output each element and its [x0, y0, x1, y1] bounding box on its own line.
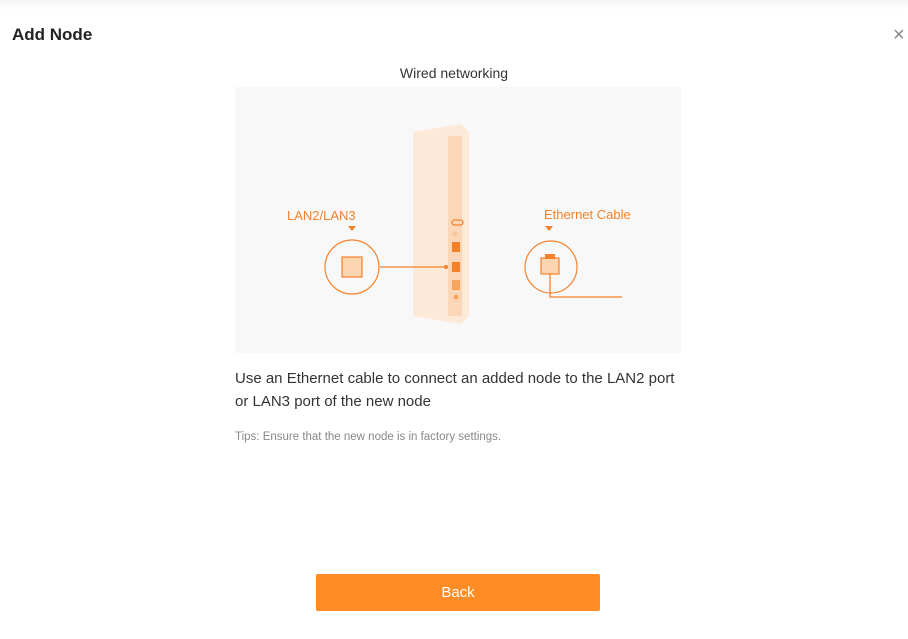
- lan-pointer-arrow: [348, 226, 356, 231]
- ethernet-pointer-arrow: [545, 226, 553, 231]
- wired-networking-illustration: LAN2/LAN3 Ethernet Cable: [235, 87, 681, 353]
- close-icon[interactable]: ×: [893, 24, 908, 46]
- dialog-top-shadow: [0, 0, 908, 10]
- factory-settings-tip: Tips: Ensure that the new node is in fac…: [235, 431, 502, 443]
- ethernet-plug-tab: [545, 254, 555, 259]
- router-lan-port: [452, 280, 460, 290]
- router-lan-port: [452, 262, 460, 272]
- lan-port-icon: [341, 256, 363, 278]
- lan-port-label: LAN2/LAN3: [287, 208, 356, 223]
- ethernet-cable-label: Ethernet Cable: [544, 207, 631, 222]
- ethernet-plug-icon: [540, 257, 560, 275]
- connection-instruction: Use an Ethernet cable to connect an adde…: [235, 370, 675, 410]
- dialog-title: Add Node: [12, 25, 93, 44]
- router-status-dot: [453, 294, 459, 300]
- lan-connection-endpoint: [444, 265, 448, 269]
- add-node-dialog: Add Node × Wired networking LAN2/LAN3 Et…: [0, 0, 908, 639]
- router-status-dot: [452, 231, 458, 237]
- back-button[interactable]: Back: [316, 574, 600, 611]
- router-lan-port: [452, 242, 460, 252]
- wired-networking-subtitle: Wired networking: [399, 65, 509, 81]
- ethernet-cable-line: [549, 274, 622, 298]
